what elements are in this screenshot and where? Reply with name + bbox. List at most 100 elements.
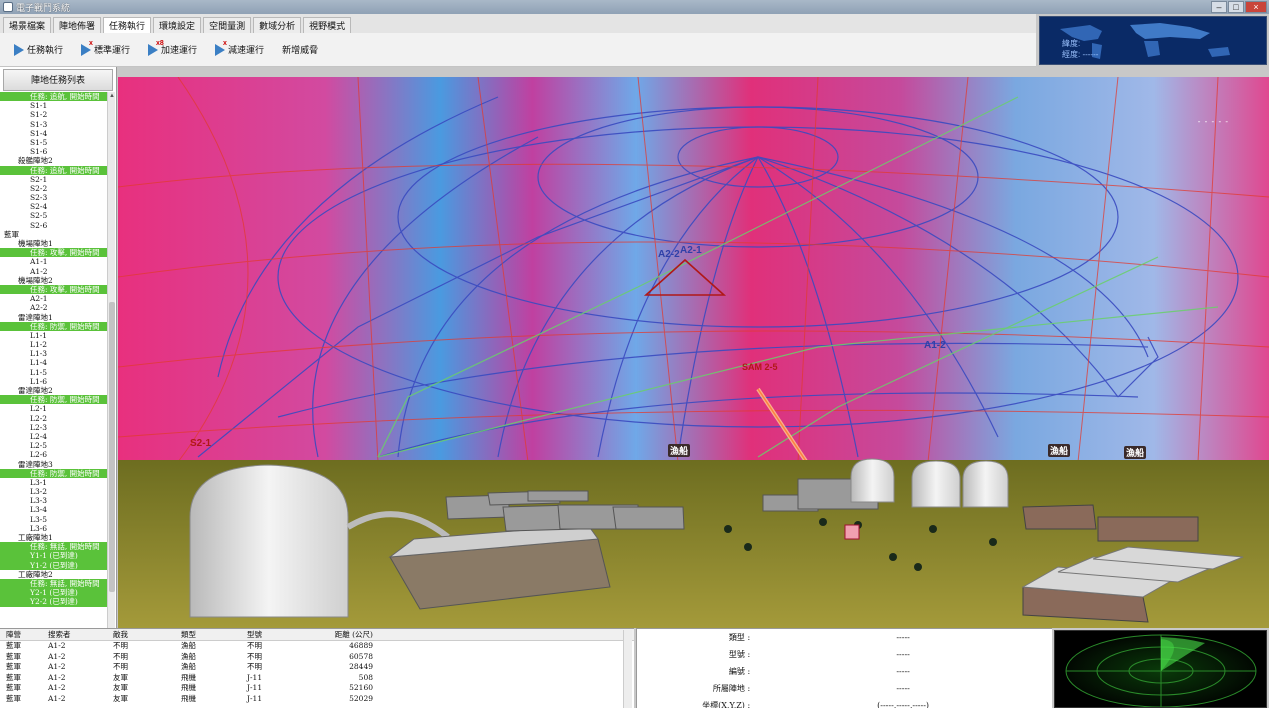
tree-item[interactable]: L2-1 xyxy=(0,404,108,413)
tree-item[interactable]: L1-2 xyxy=(0,340,108,349)
tree-task-row[interactable]: 任務: 防禦, 開始時間 xyxy=(0,395,108,405)
menu-tab-4[interactable]: 空間量測 xyxy=(203,17,252,33)
menu-tab-1[interactable]: 陣地佈署 xyxy=(53,17,102,33)
menu-tab-5[interactable]: 數域分析 xyxy=(253,17,302,33)
tree-item[interactable]: L3-4 xyxy=(0,505,108,514)
tree-item[interactable]: L1-6 xyxy=(0,377,108,386)
tree-item[interactable]: L3-1 xyxy=(0,478,108,487)
mission-list-header[interactable]: 陣地任務列表 xyxy=(3,69,113,91)
tree-item[interactable]: 藍軍 xyxy=(0,230,108,239)
3d-viewport[interactable]: A2-1 A2-2 A1-2 SAM 2-5 S2-1 漁船 漁船 漁船 - -… xyxy=(118,77,1269,628)
tree-item[interactable]: L2-6 xyxy=(0,450,108,459)
label-a1-2[interactable]: A1-2 xyxy=(924,340,946,351)
tree-scroll-thumb[interactable] xyxy=(109,302,115,592)
tree-item[interactable]: 機場陣地2 xyxy=(0,276,108,285)
tree-item[interactable]: 雷達陣地2 xyxy=(0,386,108,395)
tree-item[interactable]: L3-2 xyxy=(0,487,108,496)
table-row[interactable]: 藍軍 A1-2 友軍 飛機 J-11 508 xyxy=(0,673,634,684)
table-row[interactable]: 藍軍 A1-2 友軍 飛機 J-11 52029 xyxy=(0,694,634,705)
tree-item[interactable]: L1-1 xyxy=(0,331,108,340)
tree-task-row[interactable]: 任務: 防禦, 開始時間 xyxy=(0,321,108,331)
table-header-cell[interactable]: 搜索者 xyxy=(48,629,113,640)
tree-item[interactable]: S1-1 xyxy=(0,101,108,110)
label-fishing-boat-3[interactable]: 漁船 xyxy=(1124,446,1147,459)
tree-item[interactable]: A1-2 xyxy=(0,267,108,276)
tree-item[interactable]: A2-1 xyxy=(0,294,108,303)
tree-task-row[interactable]: Y2-1 (已到達) xyxy=(0,588,108,598)
tree-task-row[interactable]: 任務: 追航, 開始時間 xyxy=(0,165,108,175)
tree-item[interactable]: L3-5 xyxy=(0,515,108,524)
label-a2-2[interactable]: A2-2 xyxy=(658,249,680,260)
tree-scrollbar[interactable]: ▲ xyxy=(107,92,115,628)
tree-item[interactable]: S1-6 xyxy=(0,147,108,156)
table-row[interactable]: 藍軍 A1-2 友軍 飛機 J-11 52160 xyxy=(0,683,634,694)
table-header-cell[interactable]: 類型 xyxy=(181,629,247,640)
tree-item[interactable]: S2-4 xyxy=(0,202,108,211)
table-header-cell[interactable]: 敵我 xyxy=(113,629,181,640)
tree-item[interactable]: S2-1 xyxy=(0,175,108,184)
close-button[interactable]: × xyxy=(1245,1,1267,13)
scroll-up-icon[interactable]: ▲ xyxy=(109,93,115,99)
tree-item[interactable]: 機場陣地1 xyxy=(0,239,108,248)
table-row[interactable]: 藍軍 A1-2 不明 漁船 不明 60578 xyxy=(0,652,634,663)
tree-item[interactable]: S2-6 xyxy=(0,221,108,230)
tree-item[interactable]: S1-2 xyxy=(0,110,108,119)
tree-item[interactable]: A2-2 xyxy=(0,303,108,312)
tree-task-row[interactable]: Y2-2 (已到達) xyxy=(0,597,108,607)
label-s2-1[interactable]: S2-1 xyxy=(190,438,211,449)
tree-task-row[interactable]: Y1-2 (已到達) xyxy=(0,560,108,570)
toolbar-button-1[interactable]: x 標準運行 xyxy=(81,40,130,56)
target-info-panel: 類型 : ----- 型號 : ----- 編號 : ----- 所屬陣地 : ----- 坐標… xyxy=(636,628,1052,708)
tree-item[interactable]: 殺艦陣地2 xyxy=(0,156,108,165)
minimize-button[interactable]: – xyxy=(1211,1,1227,13)
table-header-cell[interactable]: 距離 (公尺) xyxy=(333,629,373,640)
tree-item[interactable]: S2-2 xyxy=(0,184,108,193)
tree-item[interactable]: L2-2 xyxy=(0,414,108,423)
tree-item[interactable]: L2-3 xyxy=(0,423,108,432)
tree-item[interactable]: L1-5 xyxy=(0,368,108,377)
toolbar-button-0[interactable]: 任務執行 xyxy=(14,43,63,56)
tree-item[interactable]: S1-5 xyxy=(0,138,108,147)
tree-item[interactable]: L3-3 xyxy=(0,496,108,505)
label-fishing-boat-2[interactable]: 漁船 xyxy=(1048,444,1071,457)
menu-tab-2[interactable]: 任務執行 xyxy=(103,17,152,33)
table-row[interactable]: 藍軍 A1-2 不明 漁船 不明 46889 xyxy=(0,641,634,652)
table-scrollbar[interactable] xyxy=(623,630,632,708)
toolbar-button-3[interactable]: x 減速運行 xyxy=(215,40,264,56)
tree-item[interactable]: L3-6 xyxy=(0,524,108,533)
tree-item[interactable]: 雷達陣地3 xyxy=(0,460,108,469)
table-cell: 友軍 xyxy=(113,693,128,703)
toolbar-button-4[interactable]: 新增威脅 xyxy=(282,43,318,56)
tree-item[interactable]: L1-4 xyxy=(0,358,108,367)
tree-item[interactable]: S1-3 xyxy=(0,120,108,129)
maximize-button[interactable]: □ xyxy=(1228,1,1244,13)
tree-item[interactable]: 雷達陣地1 xyxy=(0,313,108,322)
label-fishing-boat-1[interactable]: 漁船 xyxy=(668,444,691,457)
tree-task-row[interactable]: 任務: 防禦, 開始時間 xyxy=(0,468,108,478)
tree-task-row[interactable]: 任務: 攻擊, 開始時間 xyxy=(0,284,108,295)
tree-item[interactable]: L1-3 xyxy=(0,349,108,358)
table-header-cell[interactable]: 陣營 xyxy=(0,629,48,640)
table-row[interactable]: 藍軍 A1-2 不明 漁船 不明 28449 xyxy=(0,662,634,673)
world-minimap[interactable]: 緯度: 經度: ------ xyxy=(1039,16,1267,65)
tree-item[interactable]: S1-4 xyxy=(0,129,108,138)
tree-item[interactable]: A1-1 xyxy=(0,257,108,266)
label-a2-1[interactable]: A2-1 xyxy=(680,245,702,256)
tree-item[interactable]: L2-4 xyxy=(0,432,108,441)
tree-item[interactable]: 工廠陣地1 xyxy=(0,533,108,542)
tree-item[interactable]: S2-5 xyxy=(0,211,108,220)
tree-task-row[interactable]: 任務: 無話, 開始時間 xyxy=(0,542,108,552)
menu-tab-0[interactable]: 場景檔案 xyxy=(3,17,52,33)
tree-task-row[interactable]: Y1-1 (已到達) xyxy=(0,551,108,561)
label-sam-2-5[interactable]: SAM 2-5 xyxy=(742,362,778,372)
menu-tab-6[interactable]: 視野模式 xyxy=(303,17,352,33)
table-header-cell[interactable]: 型號 xyxy=(247,629,333,640)
menu-tab-3[interactable]: 環境設定 xyxy=(153,17,202,33)
tree-task-row[interactable]: 任務: 追航, 開始時間 xyxy=(0,92,108,102)
tree-item[interactable]: 工廠陣地2 xyxy=(0,570,108,579)
toolbar-button-2[interactable]: x8 加速運行 xyxy=(148,40,197,56)
tree-task-row[interactable]: 任務: 攻擊, 開始時間 xyxy=(0,248,108,258)
tree-item[interactable]: S2-3 xyxy=(0,193,108,202)
tree-task-row[interactable]: 任務: 無話, 開始時間 xyxy=(0,578,108,589)
tree-item[interactable]: L2-5 xyxy=(0,441,108,450)
